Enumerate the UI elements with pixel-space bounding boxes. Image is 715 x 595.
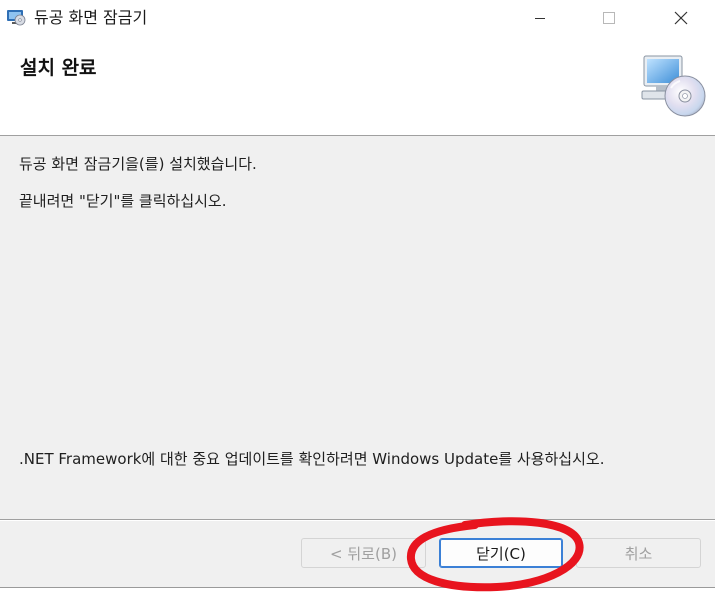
page-title: 설치 완료	[20, 57, 97, 79]
window-title: 듀공 화면 잠금기	[34, 8, 148, 27]
minimize-button[interactable]	[517, 0, 563, 36]
header-banner: 설치 완료	[0, 36, 715, 136]
setup-window: 듀공 화면 잠금기 설치 완료 듀공 화면 잠금기을(를) 설치했습니다. 끝내…	[0, 0, 715, 588]
computer-cd-icon	[641, 55, 706, 117]
maximize-button	[586, 0, 632, 36]
red-circle-annotation	[406, 517, 584, 592]
cancel-button: 취소	[576, 538, 701, 568]
title-bar[interactable]: 듀공 화면 잠금기	[0, 0, 715, 36]
close-window-button[interactable]	[658, 0, 704, 36]
close-instruction-message: 끝내려면 "닫기"를 클릭하십시오.	[19, 192, 227, 210]
windows-update-note: .NET Framework에 대한 중요 업데이트를 확인하려면 Window…	[19, 450, 605, 468]
minimize-icon	[535, 18, 545, 19]
close-icon	[674, 11, 688, 25]
installer-cd-icon	[7, 10, 26, 26]
install-complete-message: 듀공 화면 잠금기을(를) 설치했습니다.	[19, 155, 257, 173]
footer-divider	[0, 519, 715, 521]
maximize-icon	[603, 12, 615, 24]
